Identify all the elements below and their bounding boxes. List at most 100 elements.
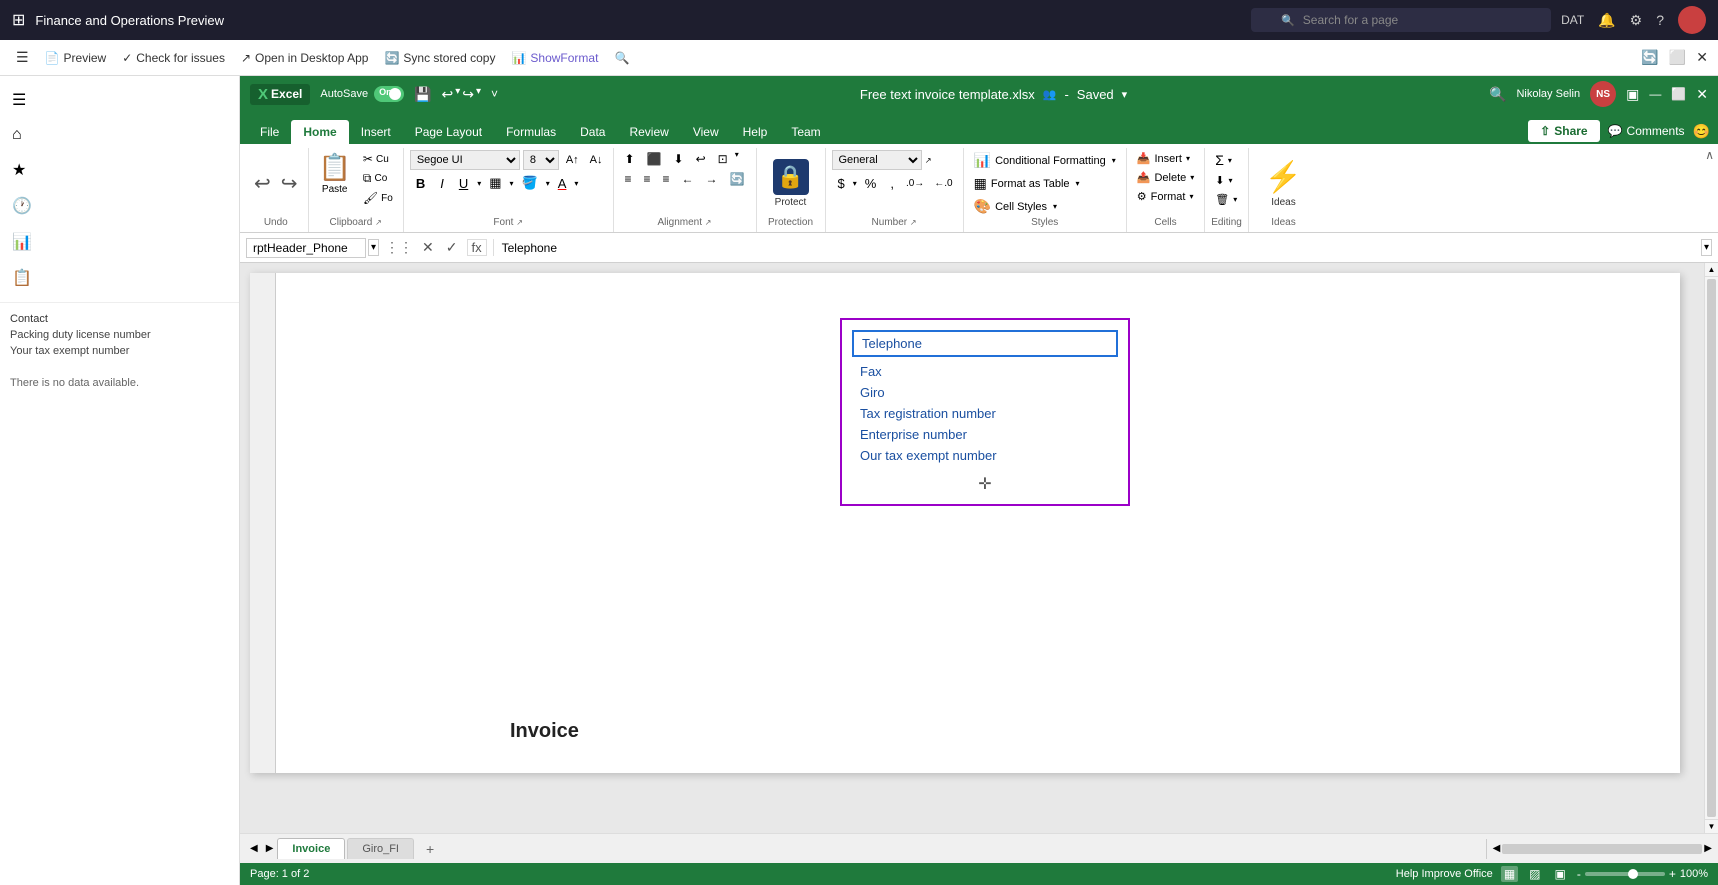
format-cells-btn[interactable]: ⚙ Format ▾ — [1133, 188, 1199, 205]
normal-view-btn[interactable]: ▦ — [1501, 866, 1518, 882]
decrease-font-btn[interactable]: A↓ — [586, 150, 607, 170]
expand-icon[interactable]: ⬜ — [1669, 49, 1686, 66]
tab-file[interactable]: File — [248, 120, 291, 144]
telephone-cell[interactable]: Telephone — [852, 330, 1118, 357]
h-scroll-thumb[interactable] — [1502, 844, 1702, 854]
format-table-arrow[interactable]: ▾ — [1076, 179, 1080, 188]
format-painter-btn[interactable]: 🖌 Fo — [359, 189, 397, 207]
avatar[interactable] — [1678, 6, 1706, 34]
ideas-btn[interactable]: ⚡ Ideas — [1259, 156, 1308, 212]
redo-ribbon-btn[interactable]: ↪ — [277, 167, 302, 200]
tab-team[interactable]: Team — [779, 120, 832, 144]
cancel-btn[interactable]: ✕ — [419, 239, 437, 256]
excel-search[interactable]: 🔍 — [1489, 86, 1506, 103]
dec-dec-btn[interactable]: ←.0 — [930, 175, 956, 192]
conditional-formatting-btn[interactable]: 📊 Conditional Formatting ▾ — [970, 150, 1120, 171]
notifications-icon[interactable]: 🔔 — [1598, 12, 1615, 29]
number-format-select[interactable]: General — [832, 150, 922, 170]
currency-dropdown[interactable]: ▾ — [853, 179, 857, 188]
inc-dec-btn[interactable]: .0→ — [902, 175, 928, 192]
minimize-btn[interactable]: — — [1649, 87, 1661, 101]
number-expand-icon[interactable]: ↗ — [925, 156, 932, 165]
formula-dropdown[interactable]: ▾ — [1701, 239, 1712, 256]
align-bottom-btn[interactable]: ⬇ — [669, 150, 689, 168]
sync-btn[interactable]: 🔄 Sync stored copy — [378, 47, 501, 69]
format-cells-dropdown[interactable]: ▾ — [1189, 192, 1193, 201]
delete-dropdown[interactable]: ▾ — [1190, 173, 1194, 182]
bold-btn[interactable]: B — [410, 174, 431, 193]
italic-btn[interactable]: I — [434, 174, 450, 193]
align-right-btn[interactable]: ≡ — [658, 170, 675, 188]
wrap-text-btn[interactable]: ↩ — [691, 150, 711, 168]
align-top-btn[interactable]: ⬆ — [620, 150, 640, 168]
scroll-down-btn[interactable]: ▼ — [1705, 819, 1718, 833]
font-select[interactable]: Segoe UI — [410, 150, 520, 170]
cond-format-arrow[interactable]: ▾ — [1112, 156, 1116, 165]
insert-dropdown[interactable]: ▾ — [1186, 154, 1190, 163]
font-size-select[interactable]: 8 — [523, 150, 559, 170]
autosum-dropdown[interactable]: ▾ — [1228, 156, 1232, 165]
font-color-dropdown[interactable]: ▾ — [574, 179, 578, 188]
fill-btn[interactable]: ⬇ ▾ — [1211, 172, 1242, 189]
cell-styles-arrow[interactable]: ▾ — [1053, 202, 1057, 211]
tab-help[interactable]: Help — [731, 120, 780, 144]
paste-btn[interactable]: 📋 Paste — [315, 150, 355, 197]
sidebar-toggle[interactable]: ☰ — [10, 49, 35, 66]
tab-data[interactable]: Data — [568, 120, 617, 144]
close-bar-icon[interactable]: ✕ — [1696, 49, 1708, 66]
h-scroll-left[interactable]: ◀ — [1493, 843, 1501, 854]
undo-ribbon-btn[interactable]: ↩ — [250, 167, 275, 200]
autosum-btn[interactable]: Σ ▾ — [1211, 150, 1242, 170]
show-format-btn[interactable]: 📊 ShowFormat — [505, 47, 604, 69]
border-dropdown[interactable]: ▾ — [510, 179, 514, 188]
confirm-btn[interactable]: ✓ — [443, 239, 461, 256]
check-issues-btn[interactable]: ✓ Check for issues — [116, 47, 231, 69]
function-btn[interactable]: fx — [467, 239, 487, 256]
tab-view[interactable]: View — [681, 120, 731, 144]
scroll-right-sheet[interactable]: ▶ — [262, 843, 278, 854]
restore-btn[interactable]: ⬜ — [1671, 87, 1686, 101]
tab-formulas[interactable]: Formulas — [494, 120, 568, 144]
sidebar-chart[interactable]: 📊 — [4, 226, 235, 258]
tax-reg-cell[interactable]: Tax registration number — [852, 403, 1118, 424]
sidebar-home[interactable]: ⌂ — [4, 120, 235, 150]
border-btn[interactable]: ▦ — [484, 173, 506, 193]
emoji-btn[interactable]: 😊 — [1693, 123, 1710, 140]
scroll-left-sheet[interactable]: ◀ — [246, 843, 262, 854]
page-break-btn[interactable]: ▣ — [1552, 866, 1569, 882]
refresh-icon[interactable]: 🔄 — [1641, 49, 1658, 66]
sidebar-list[interactable]: 📋 — [4, 262, 235, 294]
align-left-btn[interactable]: ≡ — [620, 170, 637, 188]
tax-exempt-cell[interactable]: Our tax exempt number — [852, 445, 1118, 466]
redo-dropdown[interactable]: ▾ — [476, 86, 481, 103]
align-center-btn[interactable]: ≡ — [639, 170, 656, 188]
fax-cell[interactable]: Fax — [852, 361, 1118, 382]
name-box-dropdown[interactable]: ▾ — [368, 239, 379, 256]
indent-dec-btn[interactable]: ← — [677, 170, 699, 188]
tab-review[interactable]: Review — [617, 120, 680, 144]
comments-btn[interactable]: 💬 Comments — [1608, 124, 1685, 138]
enterprise-cell[interactable]: Enterprise number — [852, 424, 1118, 445]
orientation-btn[interactable]: 🔄 — [725, 170, 750, 188]
open-desktop-btn[interactable]: ↗ Open in Desktop App — [235, 47, 374, 69]
add-sheet-btn[interactable]: + — [416, 837, 444, 861]
clear-dropdown[interactable]: ▾ — [1233, 195, 1237, 204]
sidebar-star[interactable]: ★ — [4, 154, 235, 186]
tab-page-layout[interactable]: Page Layout — [403, 120, 494, 144]
ns-avatar[interactable]: NS — [1590, 81, 1616, 107]
h-scroll-right[interactable]: ▶ — [1704, 843, 1712, 854]
font-color-btn[interactable]: A — [553, 174, 572, 193]
fill-color-btn[interactable]: 🪣 — [517, 173, 543, 193]
vertical-scrollbar[interactable]: ▲ ▼ — [1704, 263, 1718, 833]
insert-cells-btn[interactable]: 📥 Insert ▾ — [1133, 150, 1199, 167]
saved-dropdown[interactable]: ▾ — [1122, 88, 1128, 101]
undo-btn[interactable]: ↩ — [442, 86, 454, 103]
ribbon-collapse-btn[interactable]: ∧ — [1705, 148, 1714, 162]
help-icon[interactable]: ? — [1656, 12, 1664, 28]
percent-btn[interactable]: % — [859, 173, 883, 194]
preview-btn[interactable]: 📄 Preview — [39, 47, 113, 69]
cut-btn[interactable]: ✂ Cu — [359, 150, 397, 168]
spreadsheet-content[interactable]: Telephone Fax Giro Tax registration numb… — [240, 263, 1704, 833]
search-bar[interactable]: 🔍 Search for a page — [1251, 8, 1551, 32]
increase-font-btn[interactable]: A↑ — [562, 150, 583, 170]
